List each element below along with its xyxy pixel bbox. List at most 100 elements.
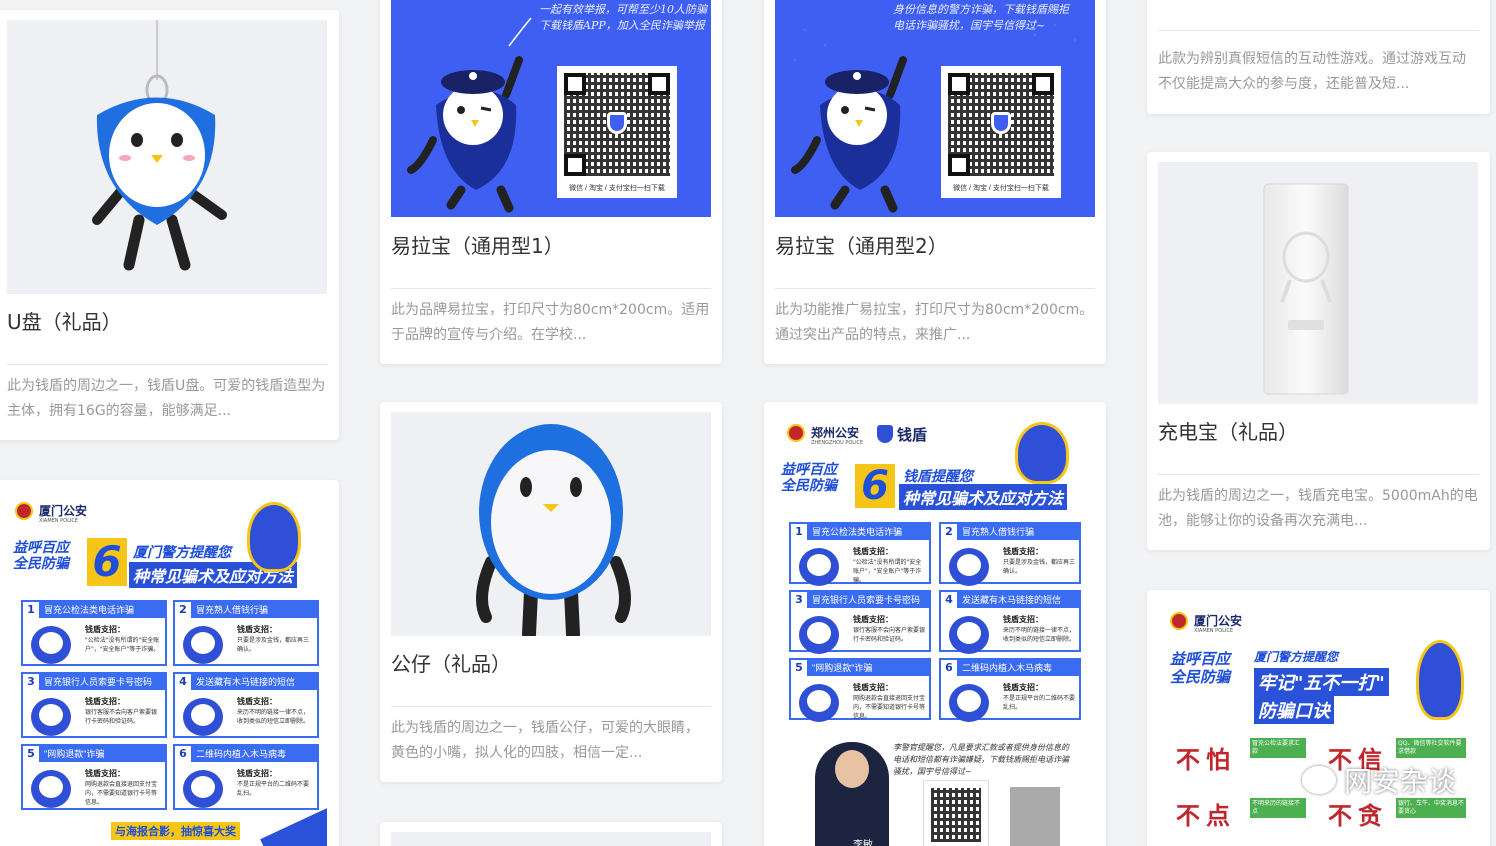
poster-head-1: 厦门警方提醒您 [1254, 650, 1339, 664]
org-name: 厦门公安 [39, 504, 88, 518]
divider [7, 364, 328, 365]
wechat-icon [1301, 766, 1336, 794]
product-card-xiamen-poster[interactable]: 厦门公安 XIAMEN POLICE 益呼百应 全民防骗 6 厦门警方提醒您 种… [0, 480, 339, 846]
rollup1-image[interactable]: 一起有效举报，可帮至少10人防骗 下载钱盾APP，加入全民诈骗举报 微信 / 淘… [391, 0, 711, 217]
police-badge-icon [1170, 612, 1188, 630]
qr-caption: 微信 / 淘宝 / 支付宝扫一扫下载 [953, 185, 1049, 192]
big-number: 6 [87, 538, 127, 586]
slogan: 益呼百应 全民防骗 [1170, 650, 1231, 686]
product-title[interactable]: 公仔（礼品） [391, 648, 511, 677]
char-2: 怕 [1206, 740, 1230, 775]
usb-mascot-icon [92, 20, 227, 271]
product-desc: 此为钱盾的周边之一，钱盾U盘。可爱的钱盾造型为主体，拥有16G的容量，能够满足.… [7, 378, 326, 419]
org-name: 郑州公安 [811, 426, 860, 440]
download-qr-code[interactable]: 微信 / 淘宝 / 支付宝扫一扫下载 [557, 66, 677, 198]
xiamen-poster-2-image[interactable]: 厦门公安 XIAMEN POLICE 益呼百应 全民防骗 厦门警方提醒您 牢记"… [1158, 600, 1478, 846]
divider [391, 288, 711, 289]
wechat-watermark: 网安杂谈 [1301, 760, 1456, 800]
download-qr-code[interactable]: 微信 / 淘宝 / 支付宝扫一扫下载 [941, 66, 1061, 198]
divider [1158, 474, 1479, 475]
product-card-zhengzhou-poster[interactable]: 郑州公安 ZHENGZHOU POLICE 钱盾 益呼百应 全民防骗 6 钱盾提… [764, 402, 1106, 846]
org-en: ZHENGZHOU POLICE [811, 440, 864, 446]
corner-stripe [260, 805, 327, 846]
product-title[interactable]: 易拉宝（通用型1） [391, 230, 564, 259]
zhengzhou-poster-image[interactable]: 郑州公安 ZHENGZHOU POLICE 钱盾 益呼百应 全民防骗 6 钱盾提… [775, 412, 1095, 846]
product-card-powerbank[interactable]: 充电宝（礼品） 此为钱盾的周边之一，钱盾充电宝。5000mAh的电池，能够让你的… [1147, 152, 1490, 550]
product-title[interactable]: U盘（礼品） [7, 306, 122, 335]
tip-box-2: 2 冒充熟人借钱行骗 钱盾支招： 只要是涉及金钱，都应再三确认。 [939, 522, 1081, 586]
tip-box-1: 1 冒充公检法类电话诈骗 钱盾支招： "公检法"没有所谓的"安全账户"，"安全账… [21, 600, 167, 666]
poster-head-1: 钱盾提醒您 [903, 469, 973, 485]
note-3: 不明来历的链接不点 [1250, 798, 1306, 818]
doll-mascot-icon [476, 424, 631, 636]
tip-box-1: 1 冒充公检法类电话诈骗 钱盾支招： "公检法"没有所谓的"安全账户"，"安全账… [789, 522, 931, 586]
mascot-icon [1416, 640, 1464, 720]
product-card-usb[interactable]: U盘（礼品） 此为钱盾的周边之一，钱盾U盘。可爱的钱盾造型为主体，拥有16G的容… [0, 10, 339, 440]
product-card-game[interactable]: 此款为辨别真假短信的互动性游戏。通过游戏互动不仅能提高大众的参与度，还能普及短.… [1147, 0, 1490, 114]
product-card-partial[interactable] [380, 822, 722, 846]
police-badge-icon [787, 424, 805, 442]
mascot-icon [1015, 422, 1069, 484]
product-desc: 此款为辨别真假短信的互动性游戏。通过游戏互动不仅能提高大众的参与度，还能普及短.… [1158, 51, 1466, 92]
product-desc: 此为钱盾的周边之一，钱盾公仔，可爱的大眼睛，黄色的小嘴，拟人化的四肢，相信一定.… [391, 720, 699, 761]
shield-icon [877, 425, 893, 443]
product-title[interactable]: 充电宝（礼品） [1158, 416, 1298, 445]
police-badge-icon [15, 502, 33, 520]
divider [775, 288, 1095, 289]
note-4: 银行、车牛、中奖消息不要贪心 [1396, 798, 1466, 818]
partial-image[interactable] [391, 832, 711, 846]
char-8: 贪 [1358, 796, 1382, 831]
usb-image[interactable] [7, 20, 327, 294]
char-7: 不 [1328, 796, 1352, 831]
tip-box-6: 6 二维码内植入木马病毒 钱盾支招： 不是正规平台的二维码不要乱扫。 [939, 658, 1081, 722]
divider [1158, 30, 1479, 31]
product-desc: 此为品牌易拉宝，打印尺寸为80cm*200cm。适用于品牌的宣传与介绍。在学校.… [391, 302, 710, 343]
xiamen-poster-image[interactable]: 厦门公安 XIAMEN POLICE 益呼百应 全民防骗 6 厦门警方提醒您 种… [7, 490, 327, 846]
char-6: 点 [1206, 796, 1230, 831]
note-2: QQ、微信等社交软件要求借款 [1396, 738, 1466, 758]
product-card-rollup1[interactable]: 一起有效举报，可帮至少10人防骗 下载钱盾APP，加入全民诈骗举报 微信 / 淘… [380, 0, 722, 364]
tip-box-5: 5 "网购退款"诈骗 钱盾支招： 网购退款会直接退回支付宝内，不需要知道银行卡号… [789, 658, 931, 722]
product-desc: 此为钱盾的周边之一，钱盾充电宝。5000mAh的电池，能够让你的设备再次充满电.… [1158, 488, 1478, 529]
char-5: 不 [1176, 796, 1200, 831]
tip-box-4: 4 发送藏有木马链接的短信 钱盾支招： 来历不明的链接一律不点，收到类似的短信立… [939, 590, 1081, 654]
tip-box-4: 4 发送藏有木马链接的短信 钱盾支招： 来历不明的链接一律不点，收到类似的短信立… [173, 672, 319, 738]
slogan: 益呼百应 全民防骗 [781, 462, 837, 494]
org-en: XIAMEN POLICE [1194, 628, 1233, 634]
officer-name: 李敏 [853, 840, 873, 846]
poster-head-1: 厦门警方提醒您 [133, 545, 231, 561]
tip-box-5: 5 "网购退款"诈骗 钱盾支招： 网购退款会直接退回支付宝内，不需要知道银行卡号… [21, 744, 167, 810]
officer-quote: 李警官提醒您，凡是要求汇款或者提供身份信息的电话和短信都有诈骗嫌疑，下载钱盾赐拒… [893, 743, 1069, 776]
big-number: 6 [855, 464, 895, 508]
poster-head-3: 防骗口诀 [1254, 696, 1334, 724]
slogan: 益呼百应 全民防骗 [13, 540, 69, 572]
powerbank-image[interactable] [1158, 162, 1478, 404]
product-card-xiamen-poster-2[interactable]: 厦门公安 XIAMEN POLICE 益呼百应 全民防骗 厦门警方提醒您 牢记"… [1147, 590, 1490, 846]
rollup2-image[interactable]: 身份信息的警方诈骗，下载钱盾赐拒 电话诈骗骚扰，国宇号信得过~ 微信 / 淘宝 … [775, 0, 1095, 217]
poster-qr-code [923, 780, 989, 846]
divider [391, 706, 711, 707]
poster-head-2: 种常见骗术及应对方法 [899, 484, 1068, 510]
poster-footer: 与海报合影，抽惊喜大奖 [111, 822, 240, 840]
officer-photo [815, 742, 889, 846]
org-name: 厦门公安 [1194, 614, 1243, 628]
note-1: 冒充公检法要求汇款 [1250, 738, 1306, 758]
powerbank-icon [1263, 183, 1349, 395]
poster-blank-box [1007, 784, 1063, 846]
brand-name: 钱盾 [897, 426, 928, 444]
qr-caption: 微信 / 淘宝 / 支付宝扫一扫下载 [569, 185, 665, 192]
org-en: XIAMEN POLICE [39, 518, 78, 524]
product-card-rollup2[interactable]: 身份信息的警方诈骗，下载钱盾赐拒 电话诈骗骚扰，国宇号信得过~ 微信 / 淘宝 … [764, 0, 1106, 364]
mascot-icon [247, 502, 301, 572]
product-grid: U盘（礼品） 此为钱盾的周边之一，钱盾U盘。可爱的钱盾造型为主体，拥有16G的容… [0, 0, 1496, 846]
tip-box-6: 6 二维码内植入木马病毒 钱盾支招： 不是正规平台的二维码不要乱扫。 [173, 744, 319, 810]
doll-image[interactable] [391, 412, 711, 636]
product-card-doll[interactable]: 公仔（礼品） 此为钱盾的周边之一，钱盾公仔，可爱的大眼睛，黄色的小嘴，拟人化的四… [380, 402, 722, 782]
watermark-text: 网安杂谈 [1343, 765, 1456, 798]
product-title[interactable]: 易拉宝（通用型2） [775, 230, 948, 259]
tip-box-3: 3 冒充银行人员索要卡号密码 钱盾支招： 银行客服不会向客户索要银行卡密码和验证… [789, 590, 931, 654]
product-desc: 此为功能推广易拉宝，打印尺寸为80cm*200cm。通过突出产品的特点，来推广.… [775, 302, 1094, 343]
tip-box-2: 2 冒充熟人借钱行骗 钱盾支招： 只要是涉及金钱，都应再三确认。 [173, 600, 319, 666]
char-1: 不 [1176, 740, 1200, 775]
tip-box-3: 3 冒充银行人员索要卡号密码 钱盾支招： 银行客服不会向客户索要银行卡密码和验证… [21, 672, 167, 738]
